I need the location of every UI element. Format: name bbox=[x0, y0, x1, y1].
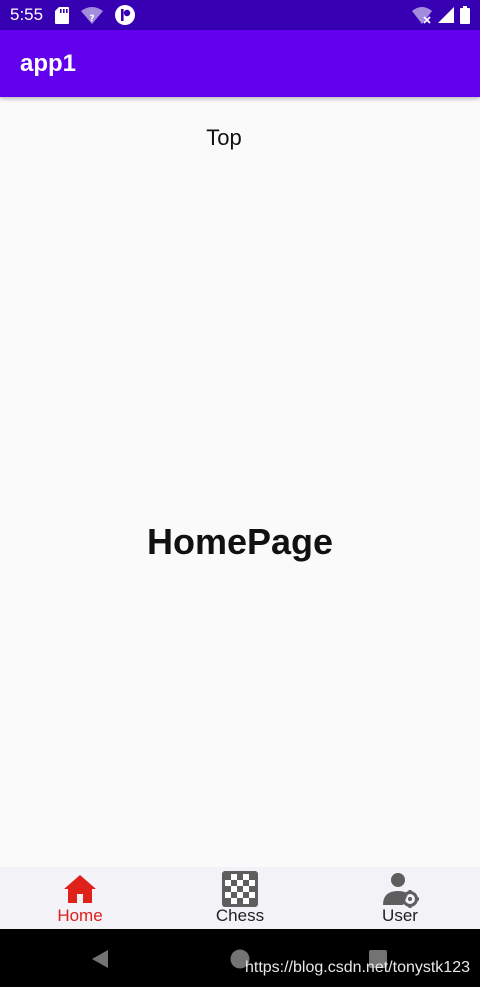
battery-icon bbox=[460, 6, 470, 24]
nav-item-chess[interactable]: Chess bbox=[160, 867, 320, 929]
app-bar: app1 bbox=[0, 30, 480, 97]
sd-card-icon bbox=[55, 6, 70, 24]
back-icon[interactable] bbox=[88, 946, 114, 972]
signal-icon bbox=[438, 7, 454, 23]
status-time: 5:55 bbox=[10, 5, 44, 24]
notification-p-icon bbox=[115, 5, 136, 25]
nav-item-user[interactable]: User bbox=[320, 867, 480, 929]
wifi-off-icon bbox=[412, 6, 432, 24]
status-left-icons: ? bbox=[55, 5, 136, 25]
bottom-navigation: Home Chess User bbox=[0, 867, 480, 929]
nav-item-home[interactable]: Home bbox=[0, 867, 160, 929]
status-right-icons bbox=[412, 6, 470, 24]
nav-label-chess: Chess bbox=[215, 906, 265, 925]
home-icon bbox=[64, 875, 96, 903]
page-content: Top HomePage bbox=[0, 97, 480, 867]
app-title: app1 bbox=[20, 49, 77, 77]
top-label: Top bbox=[206, 125, 242, 150]
wifi-question-icon: ? bbox=[81, 6, 104, 24]
chessboard-icon bbox=[222, 871, 258, 907]
page-title: HomePage bbox=[146, 521, 334, 562]
user-settings-icon bbox=[383, 873, 419, 908]
nav-label-user: User bbox=[382, 906, 418, 925]
svg-text:?: ? bbox=[89, 14, 94, 24]
system-navigation-bar: https://blog.csdn.net/tonystk123 bbox=[0, 929, 480, 987]
watermark: https://blog.csdn.net/tonystk123 bbox=[244, 959, 470, 976]
status-bar: 5:55 ? bbox=[0, 0, 480, 30]
nav-label-home: Home bbox=[57, 906, 103, 925]
